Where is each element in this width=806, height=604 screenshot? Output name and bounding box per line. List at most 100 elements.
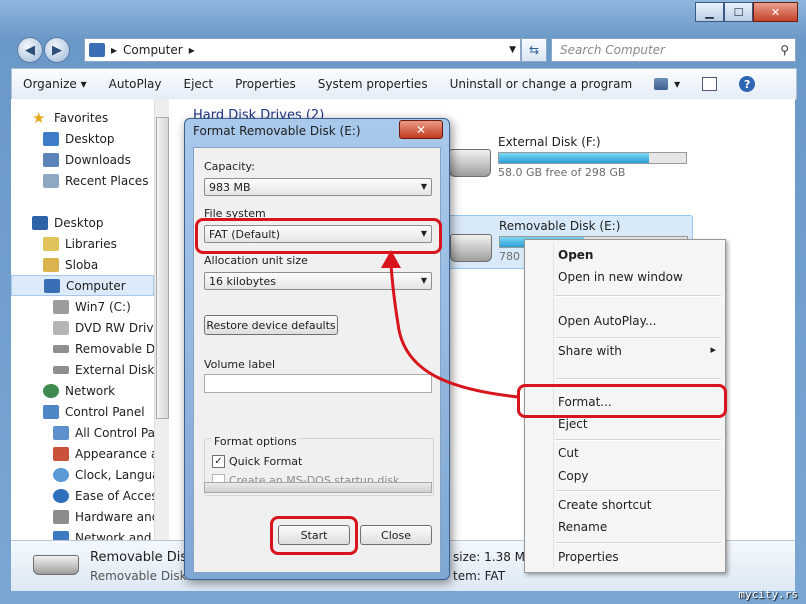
hardware-icon (53, 509, 69, 524)
computer-icon (89, 43, 105, 57)
sidebar-item-hardware[interactable]: Hardware and S (53, 506, 169, 527)
sidebar-item-label: Downloads (65, 152, 131, 167)
navigation-scrollbar-thumb[interactable] (156, 117, 169, 419)
close-button[interactable]: ✕ (753, 2, 798, 22)
sidebar-item-downloads[interactable]: Downloads (43, 149, 131, 170)
format-options-label: Format options (212, 435, 299, 448)
menu-item-create-shortcut[interactable]: Create shortcut (558, 498, 651, 512)
preview-pane-icon (702, 77, 718, 91)
menu-item-eject[interactable]: Eject (558, 417, 588, 431)
back-button[interactable]: ◀ (17, 37, 43, 63)
sidebar-item-label: Computer (66, 278, 126, 293)
sidebar-item-recent[interactable]: Recent Places (43, 170, 148, 191)
menu-item-open-new-window[interactable]: Open in new window (558, 270, 683, 284)
menu-item-open[interactable]: Open (558, 248, 593, 262)
sidebar-item-ease[interactable]: Ease of Access (53, 485, 164, 506)
view-button[interactable]: ▾ (643, 69, 691, 99)
sidebar-item-favorites[interactable]: ★ Favorites (32, 107, 108, 128)
external-drive-icon (53, 365, 69, 374)
forward-button[interactable]: ▶ (44, 37, 70, 63)
sidebar-item-desktop[interactable]: Desktop (32, 212, 104, 233)
address-separator-end: ▸ (188, 43, 195, 57)
uninstall-button[interactable]: Uninstall or change a program (439, 69, 644, 99)
help-button[interactable]: ? (728, 69, 766, 99)
menu-item-cut[interactable]: Cut (558, 446, 579, 460)
capacity-select[interactable]: 983 MB ▼ (204, 178, 432, 196)
preview-pane-button[interactable] (691, 69, 728, 99)
address-path: Computer (123, 43, 183, 57)
dvd-drive-icon (53, 320, 69, 335)
menu-item-open-autoplay[interactable]: Open AutoPlay... (558, 314, 656, 328)
address-separator: ▸ (111, 43, 118, 57)
menu-item-copy[interactable]: Copy (558, 469, 588, 483)
menu-item-rename[interactable]: Rename (558, 520, 607, 534)
network-icon (43, 383, 59, 398)
downloads-icon (43, 152, 59, 167)
sidebar-item-removable[interactable]: Removable Disk (53, 338, 169, 359)
system-properties-button[interactable]: System properties (307, 69, 439, 99)
autoplay-button[interactable]: AutoPlay (98, 69, 173, 99)
menu-item-share-with[interactable]: Share with (558, 344, 622, 358)
details-file-system: tem: FAT (453, 569, 506, 583)
sidebar-item-appearance[interactable]: Appearance an (53, 443, 166, 464)
menu-separator (555, 542, 721, 544)
drive-free-space: 58.0 GB free of 298 GB (498, 166, 626, 179)
sidebar-item-external[interactable]: External Disk (F (53, 359, 169, 380)
allocation-select[interactable]: 16 kilobytes ▼ (204, 272, 432, 290)
maximize-button[interactable]: ☐ (724, 2, 753, 22)
removable-drive-icon (450, 234, 492, 262)
quick-format-label: Quick Format (229, 455, 303, 468)
sidebar-item-label: Desktop (54, 215, 104, 230)
computer-icon (44, 278, 60, 293)
sidebar-item-label: Recent Places (65, 173, 149, 188)
ease-of-access-icon (53, 488, 69, 503)
sidebar-item-label: Win7 (C:) (75, 299, 131, 314)
address-bar[interactable]: ▸ Computer ▸ ▼ (84, 38, 521, 62)
refresh-button[interactable]: ⇆ (521, 38, 547, 62)
address-dropdown-icon[interactable]: ▼ (509, 45, 516, 55)
sidebar-item-all-cp[interactable]: All Control Pan (53, 422, 163, 443)
sidebar-item-label: Sloba (65, 257, 99, 272)
sidebar-item-control-panel[interactable]: Control Panel (43, 401, 145, 422)
restore-defaults-button[interactable]: Restore device defaults (204, 315, 338, 335)
file-system-select[interactable]: FAT (Default) ▼ (204, 225, 432, 243)
context-menu-gutter (553, 242, 554, 568)
context-menu: Open Open in new window Open AutoPlay...… (524, 239, 726, 573)
sidebar-item-sloba[interactable]: Sloba (43, 254, 98, 275)
format-progress-bar (204, 482, 432, 493)
sidebar-item-desktop-fav[interactable]: Desktop (43, 128, 115, 149)
organize-button[interactable]: Organize ▾ (12, 69, 98, 99)
volume-label-input[interactable] (204, 374, 432, 393)
minimize-button[interactable]: ▁ (695, 2, 724, 22)
start-button[interactable]: Start (278, 525, 350, 545)
usage-fill (499, 153, 649, 163)
drive-external[interactable]: External Disk (F:) 58.0 GB free of 298 G… (447, 133, 697, 183)
menu-separator (555, 439, 721, 441)
sidebar-item-label: Libraries (65, 236, 117, 251)
menu-item-properties[interactable]: Properties (558, 550, 619, 564)
sidebar-item-libraries[interactable]: Libraries (43, 233, 117, 254)
sidebar-item-dvd[interactable]: DVD RW Drive ( (53, 317, 169, 338)
capacity-value: 983 MB (209, 180, 251, 194)
removable-drive-icon (53, 344, 69, 353)
sidebar-item-win7[interactable]: Win7 (C:) (53, 296, 131, 317)
menu-item-format[interactable]: Format... (558, 395, 612, 409)
sidebar-item-network[interactable]: Network (43, 380, 115, 401)
sidebar-item-label: Network and In (75, 530, 167, 541)
external-drive-icon (449, 149, 491, 177)
quick-format-checkbox[interactable]: ✓ Quick Format (212, 455, 302, 468)
dialog-close-button[interactable]: ✕ (399, 120, 443, 139)
details-type: Removable Disk (90, 569, 187, 583)
eject-button[interactable]: Eject (173, 69, 225, 99)
search-input[interactable]: Search Computer ⚲ (551, 38, 796, 62)
window-controls: ▁ ☐ ✕ (695, 2, 798, 22)
sidebar-item-clock[interactable]: Clock, Languag (53, 464, 167, 485)
menu-separator (555, 295, 721, 297)
sidebar-item-network-internet[interactable]: Network and In (53, 527, 166, 540)
properties-button[interactable]: Properties (224, 69, 307, 99)
sidebar-item-computer[interactable]: Computer (11, 275, 154, 296)
control-panel-icon (43, 404, 59, 419)
dialog-body: Capacity: 983 MB ▼ File system FAT (Defau… (193, 147, 441, 573)
close-dialog-button[interactable]: Close (360, 525, 432, 545)
clock-icon (53, 467, 69, 482)
